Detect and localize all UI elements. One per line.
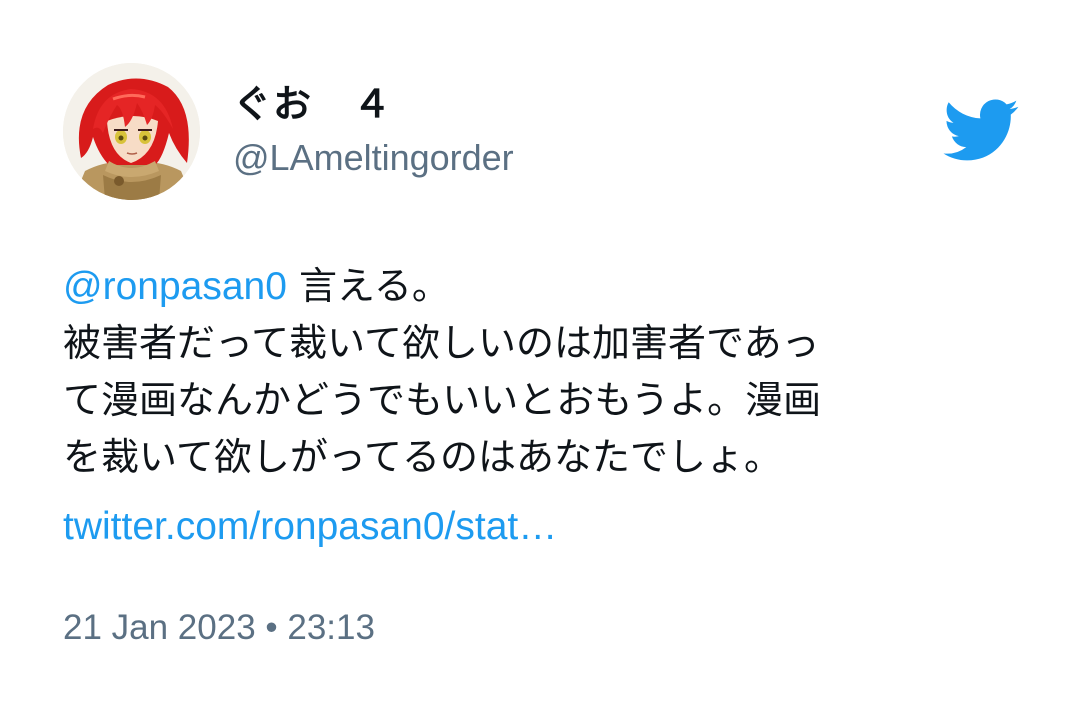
author-display-name[interactable]: ぐお ４ — [233, 80, 393, 128]
anime-avatar-red-hair-icon — [63, 63, 200, 200]
tweet-line: を裁いて欲しがってるのはあなたでしょ。 — [63, 435, 782, 479]
tweet-timestamp[interactable]: 21 Jan 2023 • 23:13 — [63, 605, 375, 651]
twitter-bird-icon[interactable] — [940, 97, 1020, 163]
avatar[interactable] — [63, 63, 200, 200]
author-handle[interactable]: @LAmeltingorder — [233, 135, 514, 181]
tweet-card: ぐお ４ @LAmeltingorder @ronpasan0 言える。 被害者… — [0, 0, 1080, 706]
tweet-line: @ronpasan0 言える。 — [63, 258, 1043, 315]
tweet-url-link[interactable]: twitter.com/ronpasan0/stat… — [63, 502, 557, 552]
tweet-line: 被害者だって裁いて欲しいのは加害者であっ — [63, 321, 820, 365]
tweet-text: @ronpasan0 言える。 被害者だって裁いて欲しいのは加害者であっ て漫画… — [63, 258, 1043, 486]
mention-link[interactable]: @ronpasan0 — [63, 265, 287, 308]
tweet-line: て漫画なんかどうでもいいとおもうよ。漫画 — [63, 378, 822, 422]
tweet-line-text: 言える。 — [286, 264, 450, 308]
